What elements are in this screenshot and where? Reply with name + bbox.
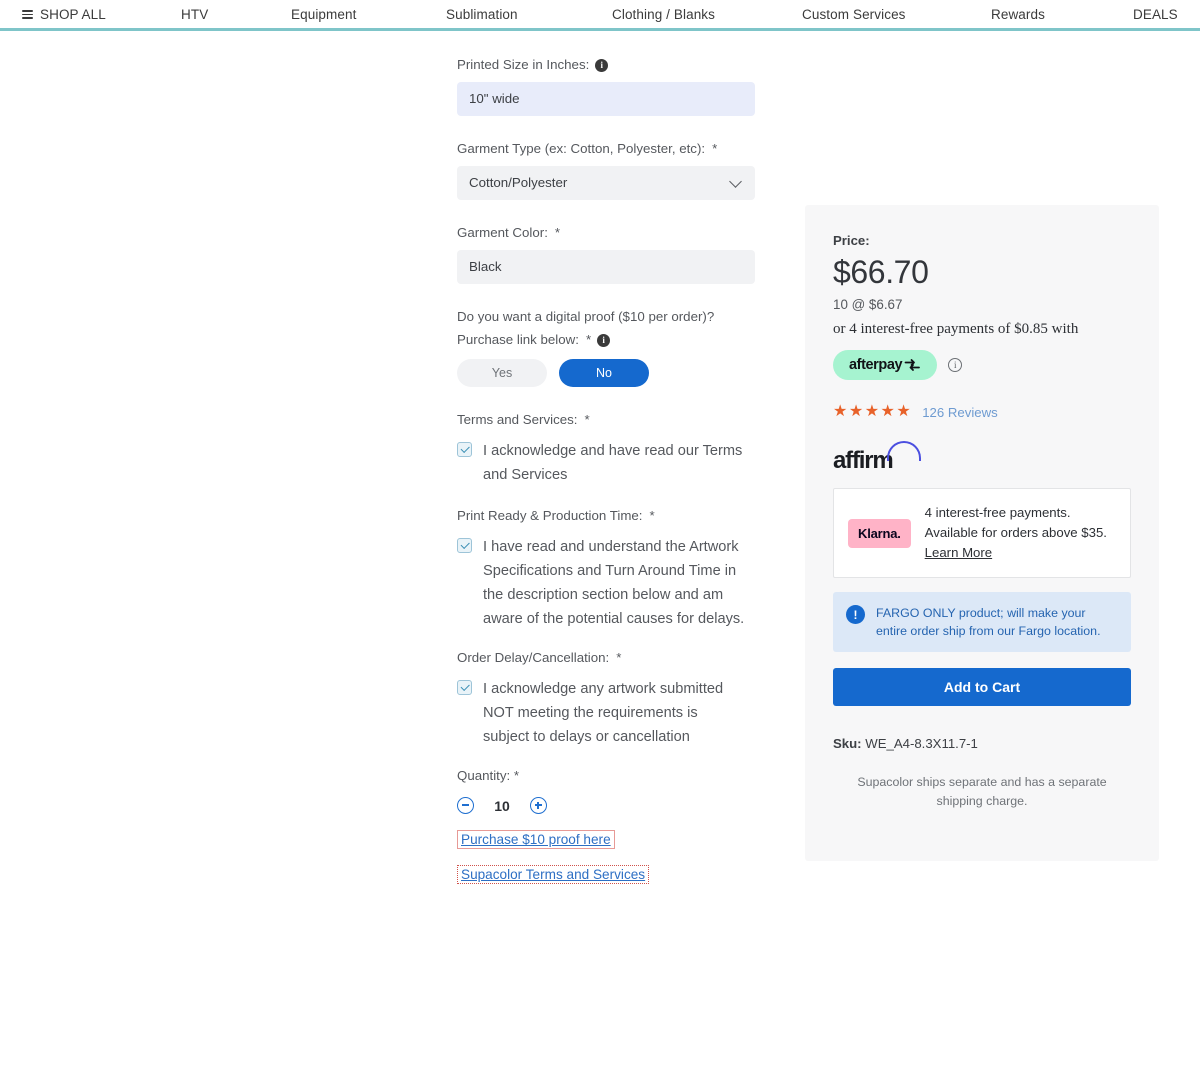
printed-size-label: Printed Size in Inches: i	[457, 56, 757, 74]
add-to-cart-button[interactable]: Add to Cart	[833, 668, 1131, 706]
nav-item-rewards[interactable]: Rewards	[991, 7, 1045, 22]
exclamation-circle-icon: !	[846, 605, 865, 624]
fargo-only-notice: ! FARGO ONLY product; will make your ent…	[833, 592, 1131, 652]
required-asterisk: *	[584, 412, 590, 427]
digital-proof-no-button[interactable]: No	[559, 359, 649, 387]
chevron-down-icon	[729, 174, 742, 188]
order-delay-label: Order Delay/Cancellation: *	[457, 649, 757, 667]
print-ready-label: Print Ready & Production Time: *	[457, 507, 757, 525]
order-delay-checkbox-row[interactable]: I acknowledge any artwork submitted NOT …	[457, 677, 757, 749]
nav-item-label: SHOP ALL	[40, 7, 106, 22]
purchase-proof-link[interactable]: Purchase $10 proof here	[457, 830, 615, 849]
digital-proof-label-line2: Purchase link below:	[457, 332, 579, 347]
garment-type-label-text: Garment Type (ex: Cotton, Polyester, etc…	[457, 141, 706, 156]
sku-label: Sku:	[833, 736, 862, 751]
print-ready-checkbox-row[interactable]: I have read and understand the Artwork S…	[457, 535, 757, 631]
printed-size-input[interactable]: 10" wide	[457, 82, 755, 116]
afterpay-logo[interactable]: afterpay	[833, 350, 938, 380]
klarna-logo: Klarna.	[848, 518, 911, 548]
digital-proof-toggle-group: Yes No	[457, 359, 757, 387]
affirm-logo: affirm	[833, 441, 1131, 474]
shipping-note: Supacolor ships separate and has a separ…	[857, 775, 1107, 808]
nav-item-shop-all[interactable]: SHOP ALL	[11, 7, 106, 22]
info-icon[interactable]: i	[597, 333, 611, 347]
order-delay-label-text: Order Delay/Cancellation:	[457, 650, 610, 665]
nav-item-sublimation[interactable]: Sublimation	[446, 7, 518, 22]
minus-circle-icon[interactable]	[457, 797, 474, 814]
print-ready-checkbox-label: I have read and understand the Artwork S…	[483, 539, 745, 627]
garment-color-input[interactable]: Black	[457, 250, 755, 284]
price-label: Price:	[833, 233, 870, 248]
terms-checkbox-label: I acknowledge and have read our Terms an…	[483, 443, 743, 483]
digital-proof-label: Do you want a digital proof ($10 per ord…	[457, 308, 757, 349]
unit-price: 10 @ $6.67	[833, 297, 903, 312]
checkbox-checked-icon[interactable]	[457, 538, 472, 553]
klarna-promo-text: 4 interest-free payments. Available for …	[925, 503, 1116, 563]
afterpay-arrows-icon	[904, 359, 921, 371]
price-amount: $66.70	[833, 254, 929, 290]
reviews-row: ★★★★★ 126 Reviews	[833, 404, 1131, 420]
klarna-promo-box: Klarna. 4 interest-free payments. Availa…	[833, 488, 1131, 578]
plus-circle-icon[interactable]	[530, 797, 547, 814]
star-rating-icon: ★★★★★	[833, 403, 913, 420]
info-icon[interactable]: i	[595, 58, 609, 72]
garment-type-label: Garment Type (ex: Cotton, Polyester, etc…	[457, 140, 757, 158]
required-asterisk: *	[585, 332, 592, 347]
afterpay-row: afterpay i	[833, 350, 1131, 380]
order-delay-checkbox-label: I acknowledge any artwork submitted NOT …	[483, 681, 724, 745]
product-page: SHOP ALL HTV Equipment Sublimation Cloth…	[0, 0, 1200, 1078]
nav-item-deals[interactable]: DEALS	[1133, 7, 1178, 22]
nav-item-clothing-blanks[interactable]: Clothing / Blanks	[612, 7, 715, 22]
hamburger-icon	[22, 10, 33, 19]
checkbox-checked-icon[interactable]	[457, 442, 472, 457]
nav-item-equipment[interactable]: Equipment	[291, 7, 356, 22]
afterpay-installment-text: or 4 interest-free payments of $0.85 wit…	[833, 321, 1079, 337]
digital-proof-label-line1: Do you want a digital proof ($10 per ord…	[457, 309, 715, 324]
required-asterisk: *	[554, 225, 561, 240]
print-ready-label-text: Print Ready & Production Time:	[457, 508, 643, 523]
terms-label: Terms and Services: *	[457, 411, 757, 429]
klarna-learn-more-link[interactable]: Learn More	[925, 545, 992, 560]
garment-color-label-text: Garment Color:	[457, 225, 548, 240]
nav-item-htv[interactable]: HTV	[181, 7, 208, 22]
quantity-label: Quantity: *	[457, 768, 520, 783]
digital-proof-yes-button[interactable]: Yes	[457, 359, 547, 387]
top-navigation: SHOP ALL HTV Equipment Sublimation Cloth…	[0, 0, 1200, 31]
supacolor-terms-link[interactable]: Supacolor Terms and Services	[457, 865, 650, 884]
reviews-count-link[interactable]: 126 Reviews	[922, 405, 998, 420]
affirm-logo-text: affirm	[833, 447, 894, 474]
terms-checkbox-row[interactable]: I acknowledge and have read our Terms an…	[457, 439, 757, 487]
afterpay-logo-text: afterpay	[849, 357, 903, 373]
garment-type-value: Cotton/Polyester	[469, 175, 568, 190]
info-icon[interactable]: i	[948, 358, 963, 372]
required-asterisk: *	[649, 508, 655, 523]
nav-item-custom-services[interactable]: Custom Services	[802, 7, 906, 22]
klarna-promo-body: 4 interest-free payments. Available for …	[924, 505, 1107, 540]
affirm-arc-icon	[887, 441, 921, 461]
terms-label-text: Terms and Services:	[457, 412, 578, 427]
garment-type-select[interactable]: Cotton/Polyester	[457, 166, 755, 200]
sku-line: Sku: WE_A4-8.3X11.7-1	[833, 736, 1131, 751]
printed-size-label-text: Printed Size in Inches:	[457, 57, 590, 72]
quantity-stepper: 10	[457, 797, 757, 814]
garment-color-label: Garment Color: *	[457, 224, 757, 242]
product-options-form: Printed Size in Inches: i 10" wide Garme…	[457, 56, 757, 884]
price-panel: Price: $66.70 10 @ $6.67 or 4 interest-f…	[805, 205, 1159, 861]
sku-value: WE_A4-8.3X11.7-1	[865, 736, 978, 751]
required-asterisk: *	[712, 141, 718, 156]
checkbox-checked-icon[interactable]	[457, 680, 472, 695]
quantity-value[interactable]: 10	[474, 798, 530, 814]
required-asterisk: *	[616, 650, 622, 665]
fargo-notice-text: FARGO ONLY product; will make your entir…	[876, 606, 1101, 638]
